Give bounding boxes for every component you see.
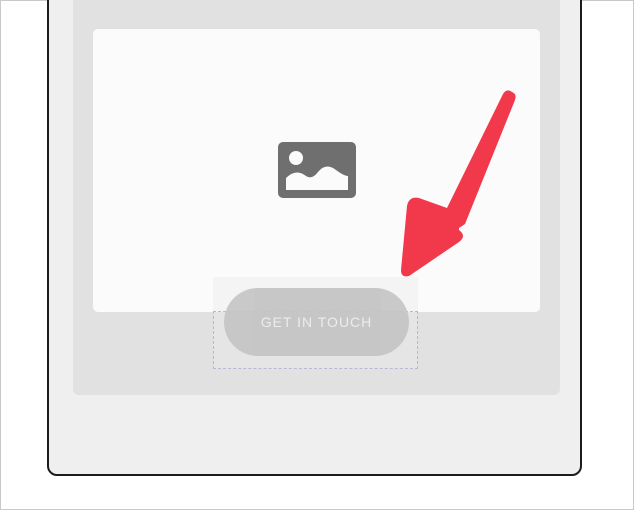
- get-in-touch-label: GET IN TOUCH: [260, 314, 373, 330]
- get-in-touch-button[interactable]: GET IN TOUCH: [224, 288, 409, 356]
- image-icon: [278, 142, 356, 198]
- arrow-icon: [401, 90, 516, 277]
